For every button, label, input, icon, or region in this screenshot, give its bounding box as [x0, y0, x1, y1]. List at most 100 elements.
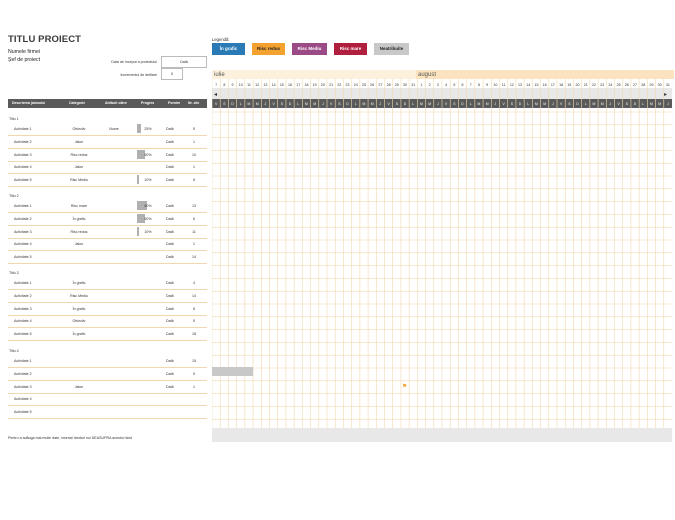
- day-number: 7: [215, 83, 217, 87]
- task-name: Activitate 4: [14, 165, 32, 170]
- weekday-letter: L: [240, 102, 242, 106]
- day-number: 26: [625, 83, 629, 87]
- gantt-grid: ◂ ▸7V8S9D10L11M12M13J14V15S16D17L18M19M20…: [212, 79, 672, 442]
- task-category: Jalon: [74, 165, 84, 170]
- task-progress: 10%: [144, 178, 152, 183]
- task-start: Dată: [166, 281, 174, 285]
- table-row-line: [8, 135, 207, 136]
- group-title[interactable]: Titlu 4: [9, 349, 19, 353]
- footer-note: Pentru a adăuga mai multe date, inserați…: [8, 436, 132, 440]
- task-name: Activitate 1: [14, 204, 32, 208]
- task-start: Dată: [166, 384, 174, 389]
- task-category: Risc Mediu: [70, 178, 88, 183]
- day-number: 29: [649, 83, 653, 87]
- task-name: Activitate 3: [14, 229, 32, 234]
- weekday-letter: M: [428, 102, 431, 106]
- day-number: 9: [486, 83, 488, 87]
- day-number: 30: [658, 83, 662, 87]
- task-category: Risc redus: [70, 152, 88, 157]
- task-assignee: Nume: [109, 127, 119, 131]
- weekday-letter: M: [420, 102, 423, 106]
- group-title[interactable]: Titlu 3: [9, 271, 19, 275]
- task-category: Obiectiv: [72, 127, 86, 131]
- table-row-line: [8, 301, 207, 303]
- day-number: 21: [329, 83, 333, 87]
- task-name: Activitate 2: [14, 139, 32, 144]
- task-name: Activitate 1: [14, 281, 32, 285]
- column-header-5: Pornire: [168, 101, 181, 105]
- project-manager[interactable]: Șef de proiect: [8, 57, 40, 63]
- table-row-line: [8, 367, 207, 368]
- day-number: 14: [526, 83, 530, 87]
- day-number: 2: [429, 83, 431, 87]
- day-number: 25: [617, 83, 621, 87]
- group-title[interactable]: Titlu 1: [9, 117, 19, 121]
- task-category: În grafic: [72, 281, 86, 285]
- day-number: 23: [600, 83, 604, 87]
- task-progress: 50%: [144, 216, 152, 221]
- column-header-6: Nr. zile: [188, 101, 200, 105]
- increment-label: Incrementul de defilare: [120, 73, 157, 77]
- day-number: 27: [378, 83, 382, 87]
- task-days: 15: [192, 359, 196, 363]
- day-number: 10: [493, 83, 497, 87]
- day-number: 12: [510, 83, 514, 87]
- weekday-letter: M: [256, 102, 259, 106]
- weekday-letter: L: [642, 102, 644, 106]
- day-number: 16: [288, 83, 292, 87]
- increment-field[interactable]: 0: [161, 68, 183, 80]
- task-category: Obiectiv: [72, 319, 86, 324]
- weekday-letter: J: [265, 102, 267, 106]
- day-number: 26: [370, 83, 374, 87]
- start-date-field[interactable]: Dată: [161, 56, 207, 68]
- company-name[interactable]: Numele firmei: [8, 49, 40, 55]
- day-number: 11: [247, 83, 251, 87]
- task-progress: 25%: [144, 127, 152, 131]
- task-category: Jalon: [74, 242, 84, 247]
- table-row-line: [8, 392, 207, 394]
- day-number: 20: [576, 83, 580, 87]
- day-number: 30: [403, 83, 407, 87]
- grid-footer-band: [212, 428, 672, 442]
- task-days: 1: [193, 165, 195, 170]
- day-number: 22: [592, 83, 596, 87]
- day-number: 3: [437, 83, 439, 87]
- table-row-line: [8, 340, 207, 342]
- day-number: 28: [387, 83, 391, 87]
- weekday-letter: J: [495, 102, 497, 106]
- gantt-chart[interactable]: iulie august ◂ ▸ 7 V 8 S 9 D 10 L 11 M 12 M 13 J 14 V 15 S 1…: [212, 70, 674, 442]
- task-name: Activitate 4: [14, 242, 32, 247]
- task-days: 11: [192, 229, 196, 234]
- table-row-line: [8, 147, 207, 149]
- progress-bar: [137, 226, 139, 236]
- legend-label: Legendă:: [212, 37, 230, 42]
- day-number: 18: [559, 83, 563, 87]
- day-number: 31: [666, 83, 670, 87]
- task-name: Activitate 4: [14, 397, 32, 402]
- task-start: Dată: [166, 152, 174, 157]
- table-row-line: [8, 289, 207, 290]
- table-row-line: [8, 314, 207, 316]
- day-number: 13: [518, 83, 522, 87]
- weekday-letter: L: [412, 102, 414, 106]
- weekday-letter: L: [585, 102, 587, 106]
- day-number: 29: [395, 83, 399, 87]
- task-start: Dată: [166, 229, 174, 234]
- task-start: Dată: [166, 127, 174, 131]
- day-number: 13: [263, 83, 267, 87]
- table-row-line: [8, 405, 207, 407]
- task-category: Risc Mediu: [70, 293, 88, 298]
- day-number: 19: [567, 83, 571, 87]
- task-days: 1: [193, 139, 195, 144]
- day-number: 18: [304, 83, 308, 87]
- day-number: 12: [255, 83, 259, 87]
- table-header: Descrierea jalonului Categorie Atribuit că…: [8, 99, 207, 108]
- task-name: Activitate 3: [14, 306, 32, 311]
- weekday-letter: M: [313, 102, 316, 106]
- task-name: Activitate 1: [14, 127, 32, 131]
- task-days: 6: [193, 216, 195, 221]
- weekday-letter: M: [593, 102, 596, 106]
- task-category: Risc redus: [70, 229, 88, 234]
- weekday-letter: M: [248, 102, 251, 106]
- group-title[interactable]: Titlu 2: [9, 194, 19, 198]
